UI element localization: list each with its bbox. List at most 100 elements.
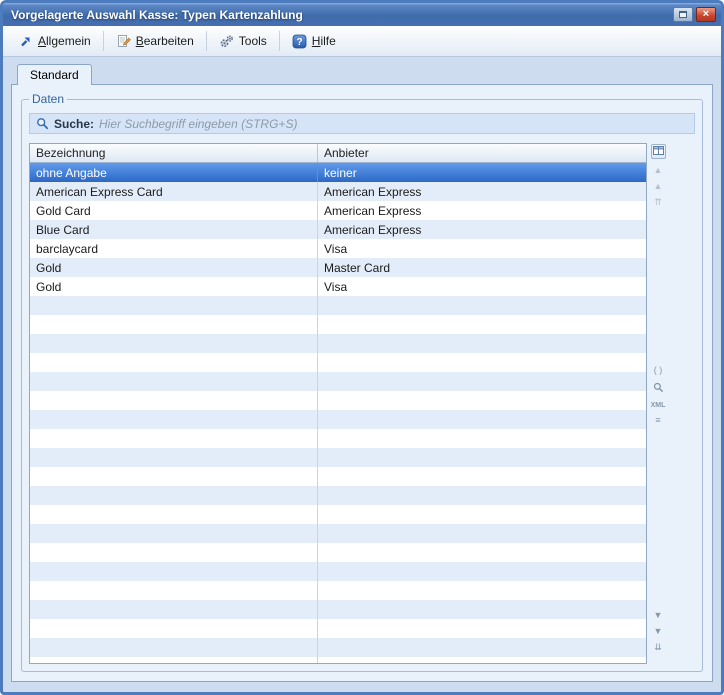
cell-anbieter [318, 543, 646, 562]
help-icon: ? [292, 34, 307, 49]
page-down-icon[interactable]: ▼ [654, 627, 663, 636]
restore-icon [679, 11, 687, 18]
cell-bezeichnung [30, 638, 318, 657]
gears-icon [219, 34, 234, 49]
table-row-empty [30, 448, 646, 467]
titlebar[interactable]: Vorgelagerte Auswahl Kasse: Typen Karten… [3, 3, 721, 26]
table-row-empty [30, 543, 646, 562]
tab-standard[interactable]: Standard [17, 64, 92, 85]
toolbar-separator [279, 31, 280, 51]
svg-text:?: ? [296, 37, 302, 48]
table-row-empty [30, 562, 646, 581]
restore-button[interactable] [673, 7, 693, 22]
cell-bezeichnung [30, 467, 318, 486]
window-title: Vorgelagerte Auswahl Kasse: Typen Karten… [11, 8, 673, 22]
search-input[interactable] [99, 117, 688, 131]
cell-bezeichnung[interactable]: American Express Card [30, 182, 318, 201]
table-row-empty [30, 638, 646, 657]
cell-anbieter[interactable]: Master Card [318, 258, 646, 277]
zoom-icon[interactable] [653, 382, 664, 395]
toolbar-button-tools[interactable]: Tools [212, 30, 274, 53]
table-row-empty [30, 619, 646, 638]
arrow-up-right-icon [18, 34, 33, 49]
toolbar-button-label: Bearbeiten [136, 34, 194, 48]
cell-bezeichnung [30, 315, 318, 334]
toolbar-button-label: Hilfe [312, 34, 336, 48]
cell-bezeichnung [30, 543, 318, 562]
cell-anbieter [318, 505, 646, 524]
cell-bezeichnung[interactable]: Blue Card [30, 220, 318, 239]
window-controls: × [673, 7, 716, 22]
page-up-icon[interactable]: ⇈ [654, 198, 662, 207]
cell-bezeichnung[interactable]: barclaycard [30, 239, 318, 258]
cell-anbieter[interactable]: American Express [318, 201, 646, 220]
scroll-up-icon[interactable]: ▲ [654, 182, 663, 191]
table-row-empty [30, 524, 646, 543]
table-row[interactable]: ohne Angabekeiner [30, 163, 646, 182]
cell-anbieter [318, 657, 646, 663]
grid-header: Bezeichnung Anbieter [30, 144, 646, 163]
cell-anbieter [318, 638, 646, 657]
cell-anbieter [318, 353, 646, 372]
table-row[interactable]: barclaycardVisa [30, 239, 646, 258]
grid-side-strip: ▲ ▲ ⇈ ( ) XML ≡ [649, 143, 667, 664]
table-row[interactable]: Gold CardAmerican Express [30, 201, 646, 220]
toolbar-button-hilfe[interactable]: ? Hilfe [285, 30, 343, 53]
cell-anbieter[interactable]: Visa [318, 239, 646, 258]
table-row-empty [30, 410, 646, 429]
scroll-down-icon[interactable]: ▼ [654, 611, 663, 620]
cell-anbieter[interactable]: Visa [318, 277, 646, 296]
table-row-empty [30, 505, 646, 524]
table-row[interactable]: GoldMaster Card [30, 258, 646, 277]
cell-anbieter [318, 334, 646, 353]
scroll-top-icon[interactable]: ▲ [654, 166, 663, 175]
filter-icon[interactable]: ≡ [655, 416, 660, 425]
dialog-window: Vorgelagerte Auswahl Kasse: Typen Karten… [0, 0, 724, 695]
table-row-empty [30, 296, 646, 315]
cell-bezeichnung[interactable]: Gold [30, 277, 318, 296]
table-row-empty [30, 467, 646, 486]
cell-anbieter [318, 391, 646, 410]
cell-anbieter[interactable]: American Express [318, 182, 646, 201]
close-button[interactable]: × [696, 7, 716, 22]
table-row-empty [30, 315, 646, 334]
table-row[interactable]: GoldVisa [30, 277, 646, 296]
toolbar-button-allgemein[interactable]: Allgemein [11, 30, 98, 53]
column-header-anbieter[interactable]: Anbieter [318, 144, 646, 162]
cell-bezeichnung [30, 562, 318, 581]
cell-bezeichnung [30, 353, 318, 372]
cell-anbieter [318, 448, 646, 467]
toolbar-button-bearbeiten[interactable]: Bearbeiten [109, 30, 201, 53]
cell-bezeichnung[interactable]: Gold [30, 258, 318, 277]
scroll-bottom-icon[interactable]: ⇊ [654, 643, 662, 652]
client-area: Standard Daten Suche: [3, 57, 721, 692]
brackets-icon[interactable]: ( ) [654, 366, 663, 375]
column-header-bezeichnung[interactable]: Bezeichnung [30, 144, 318, 162]
toolbar-separator [103, 31, 104, 51]
data-grid: Bezeichnung Anbieter ohne AngabekeinerAm… [29, 143, 647, 664]
cell-bezeichnung[interactable]: ohne Angabe [30, 163, 318, 182]
table-row-empty [30, 372, 646, 391]
cell-bezeichnung [30, 505, 318, 524]
cell-anbieter [318, 296, 646, 315]
search-label: Suche: [54, 117, 94, 131]
table-body: ohne AngabekeinerAmerican Express CardAm… [30, 163, 646, 663]
cell-bezeichnung [30, 524, 318, 543]
cell-bezeichnung[interactable]: Gold Card [30, 201, 318, 220]
cell-anbieter[interactable]: American Express [318, 220, 646, 239]
cell-anbieter [318, 467, 646, 486]
cell-bezeichnung [30, 486, 318, 505]
search-icon[interactable] [36, 117, 49, 130]
cell-bezeichnung [30, 296, 318, 315]
xml-icon[interactable]: XML [651, 402, 666, 409]
cell-bezeichnung [30, 600, 318, 619]
cell-bezeichnung [30, 448, 318, 467]
table-row[interactable]: American Express CardAmerican Express [30, 182, 646, 201]
close-icon: × [703, 9, 709, 20]
table-row-empty [30, 600, 646, 619]
cell-bezeichnung [30, 619, 318, 638]
table-row[interactable]: Blue CardAmerican Express [30, 220, 646, 239]
cell-anbieter [318, 486, 646, 505]
column-chooser-button[interactable] [651, 144, 666, 159]
cell-anbieter[interactable]: keiner [318, 163, 646, 182]
